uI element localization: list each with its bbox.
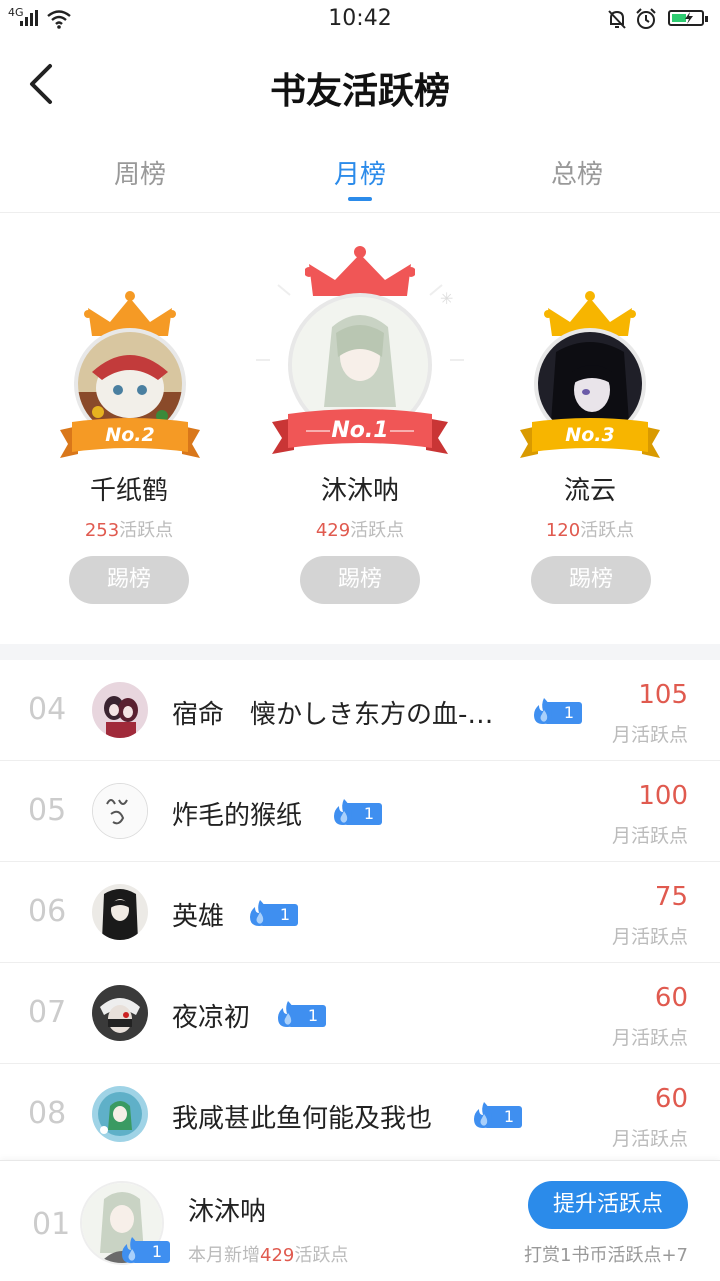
tab-monthly[interactable]: 月榜 [270, 154, 450, 191]
kick-button-first[interactable]: 踢榜 [300, 556, 420, 604]
fire-icon [278, 1001, 296, 1027]
status-bar: 4G 10:42 [0, 0, 720, 38]
active-tab-indicator [348, 197, 372, 201]
podium-points-third: 120活跃点 [545, 520, 635, 541]
list-item[interactable]: 08 我咸甚此鱼何能及我也 1 60 月活跃点 [0, 1064, 720, 1165]
user-name: 我咸甚此鱼何能及我也 [172, 1104, 433, 1134]
fire-icon [122, 1237, 140, 1263]
my-name: 沐沐呐 [188, 1197, 267, 1227]
list-item[interactable]: 07 夜凉初 1 60 月活跃点 [0, 963, 720, 1064]
rank-number: 04 [28, 692, 67, 727]
my-rank-bar: 01 1 沐沐呐 本月新增429活跃点 提升活跃点 打赏1书币活跃点+7 [0, 1160, 720, 1281]
tab-total[interactable]: 总榜 [487, 154, 667, 191]
kick-button-third[interactable]: 踢榜 [531, 556, 651, 604]
rank-number: 07 [28, 995, 67, 1030]
rank-number: 08 [28, 1096, 67, 1131]
mute-bell-icon [608, 10, 626, 29]
alarm-icon [636, 8, 656, 29]
activity-value: 105 [638, 680, 688, 710]
section-divider [0, 644, 720, 660]
podium-points-first: 429活跃点 [315, 520, 405, 541]
list-item[interactable]: 05 炸毛的猴纸 1 100 月活跃点 [0, 761, 720, 862]
reward-hint: 打赏1书币活跃点+7 [524, 1245, 688, 1266]
list-item[interactable]: 04 宿命 懐かしき东方の血-… 1 105 月活跃点 [0, 660, 720, 761]
user-name: 夜凉初 [172, 1003, 251, 1033]
rank-label-second: No.2 [105, 424, 155, 446]
activity-value: 100 [638, 781, 688, 811]
my-monthly-points: 本月新增429活跃点 [188, 1245, 349, 1266]
rank-label-first: No.1 [331, 418, 389, 443]
activity-value: 60 [654, 1084, 688, 1114]
avatar[interactable] [92, 682, 148, 738]
activity-unit: 月活跃点 [611, 724, 688, 746]
user-name: 炸毛的猴纸 [172, 801, 303, 831]
kick-button-second[interactable]: 踢榜 [69, 556, 189, 604]
activity-unit: 月活跃点 [611, 1027, 688, 1049]
rank-number: 05 [28, 793, 67, 828]
fire-icon [474, 1102, 492, 1128]
fire-icon [250, 900, 268, 926]
svg-text:✳: ✳ [440, 289, 453, 308]
activity-unit: 月活跃点 [611, 1128, 688, 1150]
crown-icon-red [305, 246, 415, 296]
avatar[interactable] [92, 783, 148, 839]
activity-value: 75 [654, 882, 688, 912]
user-name: 英雄 [172, 902, 225, 932]
page-title: 书友活跃榜 [269, 70, 450, 112]
podium-points-second: 253活跃点 [84, 520, 174, 541]
rank-label-third: No.3 [565, 424, 615, 446]
avatar[interactable] [92, 1086, 148, 1142]
podium-name-third: 流云 [563, 476, 616, 506]
boost-activity-button[interactable]: 提升活跃点 [528, 1181, 688, 1229]
my-rank-number: 01 [32, 1207, 71, 1242]
avatar[interactable] [92, 884, 148, 940]
avatar[interactable] [92, 985, 148, 1041]
fire-icon [334, 799, 352, 825]
podium-name-second: 千纸鹤 [89, 476, 168, 506]
divider [0, 212, 720, 213]
user-name: 宿命 懐かしき东方の血-… [172, 700, 494, 730]
activity-value: 60 [654, 983, 688, 1013]
podium-name-first: 沐沐呐 [320, 476, 399, 506]
activity-unit: 月活跃点 [611, 926, 688, 948]
rank-number: 06 [28, 894, 67, 929]
activity-unit: 月活跃点 [611, 825, 688, 847]
tab-weekly[interactable]: 周榜 [50, 154, 230, 191]
list-item[interactable]: 06 英雄 1 75 月活跃点 [0, 862, 720, 963]
fire-icon [534, 698, 552, 724]
battery-icon [668, 10, 708, 26]
